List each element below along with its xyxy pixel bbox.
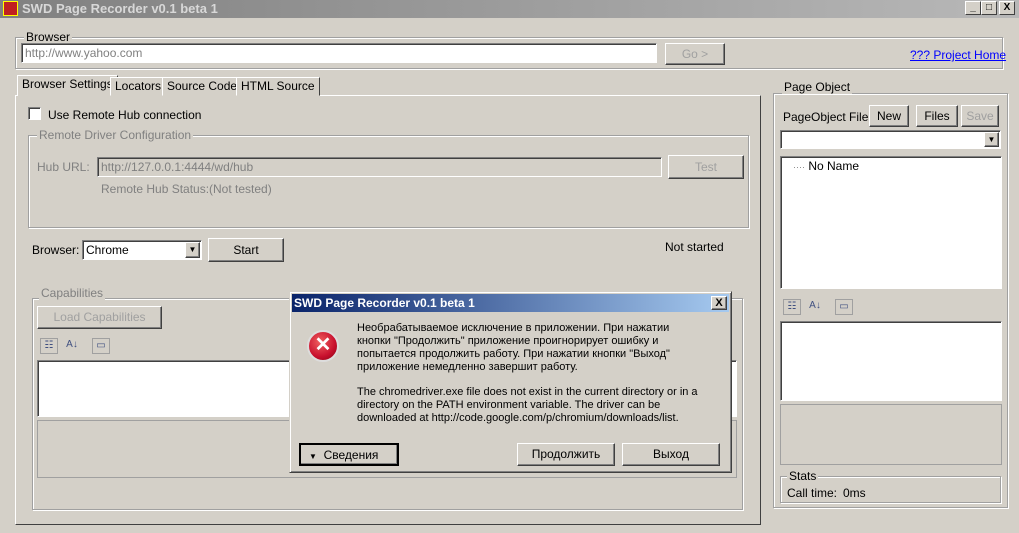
url-input[interactable]: http://www.yahoo.com (21, 43, 657, 63)
error-dialog: SWD Page Recorder v0.1 beta 1 X ✕ Необра… (289, 291, 732, 473)
browser-select[interactable]: Chrome (82, 240, 202, 260)
call-time-value: 0ms (843, 486, 866, 500)
hub-url-input[interactable]: http://127.0.0.1:4444/wd/hub (97, 157, 662, 177)
test-button[interactable]: Test (668, 155, 744, 179)
sort-alpha-icon[interactable]: A↓ (63, 338, 81, 354)
window-title-bar: SWD Page Recorder v0.1 beta 1 (0, 0, 1019, 18)
files-button[interactable]: Files (916, 105, 958, 127)
save-button[interactable]: Save (961, 105, 999, 127)
details-label: Сведения (323, 448, 379, 462)
page-object-file-label: PageObject File: (783, 110, 872, 124)
tab-source-code[interactable]: Source Code (162, 77, 243, 96)
details-button[interactable]: ▼ Сведения (299, 443, 399, 466)
minimize-button[interactable]: _ (965, 1, 981, 15)
use-remote-label: Use Remote Hub connection (48, 108, 202, 122)
project-home-link[interactable]: ??? Project Home (910, 48, 1006, 62)
tree-item-label: No Name (808, 159, 860, 173)
error-icon: ✕ (307, 330, 339, 362)
page-object-file-select[interactable] (780, 130, 1001, 149)
go-button[interactable]: Go > (665, 43, 725, 65)
hub-status-label: Remote Hub Status: (101, 182, 210, 196)
property-grid[interactable] (780, 321, 1002, 401)
dialog-title-bar: SWD Page Recorder v0.1 beta 1 (292, 294, 729, 312)
page-object-tree[interactable] (780, 156, 1002, 289)
dialog-close-button[interactable]: X (711, 296, 727, 310)
tab-html-source[interactable]: HTML Source (236, 77, 320, 96)
chevron-down-icon[interactable]: ▼ (185, 242, 200, 258)
load-capabilities-button[interactable]: Load Capabilities (37, 306, 162, 329)
capabilities-label: Capabilities (39, 286, 106, 300)
browser-label: Browser: (32, 243, 80, 257)
remote-driver-label: Remote Driver Configuration (37, 128, 194, 142)
dialog-title: SWD Page Recorder v0.1 beta 1 (294, 296, 475, 310)
browser-status: Not started (665, 240, 724, 254)
use-remote-checkbox[interactable] (28, 107, 41, 120)
page-object-label: Page Object (782, 80, 853, 94)
chevron-down-icon[interactable]: ▼ (984, 132, 999, 147)
close-button[interactable]: X (999, 1, 1015, 15)
exit-button[interactable]: Выход (622, 443, 720, 466)
triangle-down-icon: ▼ (309, 452, 317, 461)
tree-item[interactable]: ···· No Name (793, 159, 859, 173)
hub-url-label: Hub URL: (37, 160, 90, 174)
tab-browser-settings[interactable]: Browser Settings (17, 75, 118, 96)
app-icon (3, 1, 18, 16)
stats-label: Stats (787, 469, 819, 483)
hub-status-value: (Not tested) (209, 182, 272, 196)
categorized-icon[interactable]: ☷ (783, 299, 801, 315)
tab-locators[interactable]: Locators (110, 77, 167, 96)
call-time-label: Call time: (787, 486, 838, 500)
dialog-message-en: The chromedriver.exe file does not exist… (357, 386, 698, 424)
new-button[interactable]: New (869, 105, 909, 127)
start-button[interactable]: Start (208, 238, 284, 262)
dialog-message-ru: Необрабатываемое исключение в приложении… (357, 322, 670, 373)
categorized-icon[interactable]: ☷ (40, 338, 58, 354)
property-pages-icon[interactable]: ▭ (835, 299, 853, 315)
window-title: SWD Page Recorder v0.1 beta 1 (22, 1, 218, 16)
sort-alpha-icon[interactable]: A↓ (806, 299, 824, 315)
property-description (780, 404, 1002, 465)
property-pages-icon[interactable]: ▭ (92, 338, 110, 354)
browser-select-value: Chrome (86, 243, 129, 257)
continue-button[interactable]: Продолжить (517, 443, 615, 466)
maximize-button[interactable]: □ (981, 1, 997, 15)
